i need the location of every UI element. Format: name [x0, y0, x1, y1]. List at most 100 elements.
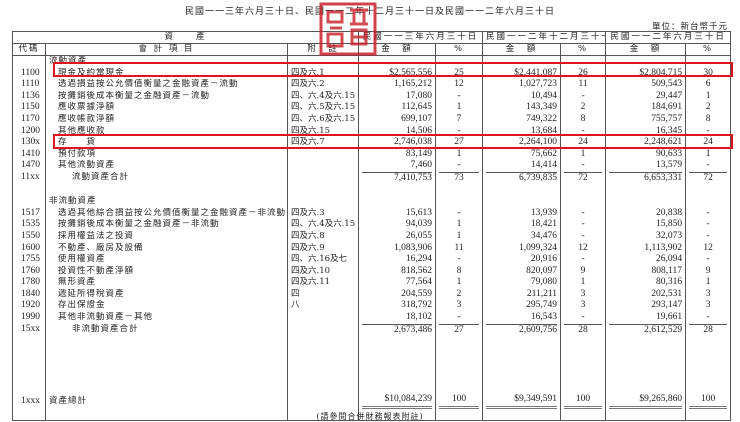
note-ref: 四、六.4及六.15: [286, 219, 360, 231]
note-ref: 八: [286, 300, 360, 313]
subtotal-value: 72: [564, 171, 603, 185]
amount-2023-12: [482, 196, 562, 208]
table-row: 1550 採用權益法之投資 四及六.8 26,055 1 34,476-32,073-: [12, 230, 732, 243]
footer-note: (請參閱合併財務報表附註): [316, 412, 424, 421]
amount-2023-12: 75,662: [482, 148, 562, 161]
subtotal-value: 6,653,331: [609, 171, 683, 185]
pct-2024-06: -: [435, 207, 484, 220]
total-value: 100: [439, 394, 480, 409]
account-code: 1600: [12, 242, 46, 255]
account-name: 非流動資產合計: [45, 323, 288, 337]
amount-2023-12: $9,349,591: [482, 394, 562, 409]
empty-cell: [482, 336, 562, 395]
subtotal-value: 73: [439, 171, 480, 185]
account-code: 130x: [12, 137, 46, 149]
account-code: 1517: [12, 207, 46, 220]
account-code: 1110: [12, 79, 46, 91]
pct-2023-06: 24: [685, 137, 732, 149]
subtotal-value: 6,739,835: [486, 171, 558, 185]
amount-2023-06: 808,117: [605, 265, 687, 278]
account-name: 其他流動資產: [45, 160, 288, 172]
account-name: 現金及約當現金: [45, 67, 288, 80]
amount-2024-06: [358, 55, 437, 68]
amount-2024-06: 18,102: [358, 312, 437, 324]
amount-2023-12: 1,027,723: [482, 79, 562, 91]
pct-2023-06: -: [685, 312, 732, 324]
item-header: 會 計 項 目: [45, 43, 288, 56]
account-name: 資產總計: [45, 394, 288, 409]
pct1-header: %: [435, 43, 484, 56]
empty-cell: [605, 184, 687, 197]
amount-2023-06: 19,661: [605, 312, 687, 324]
account-name: 透過其他綜合損益按公允價值衡量之金融資產－非流動: [45, 207, 288, 220]
amount-2023-06: [605, 196, 687, 208]
amount-2024-06: 818,562: [358, 265, 437, 278]
account-code: 1150: [12, 102, 46, 114]
account-code: [12, 196, 46, 208]
pct-2023-12: 72: [560, 171, 607, 185]
amount-2023-06: 90,633: [605, 148, 687, 161]
account-name: 按攤銷後成本衡量之金融資產－流動: [45, 90, 288, 103]
table-row: 1110 透過損益按公允價值衡量之金融資產－流動 四及六.2 1,165,212 12 1…: [12, 79, 732, 91]
table-row: 1755 使用權資產 四、六.16及七 16,294-20,916-26,094-: [12, 254, 732, 266]
table-row: 1920 存出保證金八 318,792 3 295,749 3 293,147 3: [12, 300, 732, 313]
subtotal-value: 7,410,753: [362, 171, 433, 185]
account-name: 按攤銷後成本衡量之金融資產－非流動: [45, 219, 288, 231]
amount-2023-06: 16,345: [605, 125, 687, 138]
amount-2023-12: 34,476: [482, 230, 562, 243]
amount-2023-12: 79,080: [482, 277, 562, 289]
account-name: 流動資產合計: [45, 171, 288, 185]
amount2-header: 金 額: [482, 43, 562, 56]
account-code: 1xxx: [12, 394, 46, 409]
table-row: 1840 遞延所得稅資產四 204,559 2 211,211 3 202,531 3: [12, 288, 732, 301]
account-code: 1780: [12, 277, 46, 289]
pct-2024-06: 1: [435, 230, 484, 243]
account-name: 遞延所得稅資產: [45, 288, 288, 301]
table-row: 1136 按攤銷後成本衡量之金融資產－流動 四、六.4及六.15 17,080-10,…: [12, 90, 732, 103]
amount-2023-06: $2,804,715: [605, 67, 687, 80]
amount-2024-06: 77,564: [358, 277, 437, 289]
note-ref: [286, 312, 360, 324]
pct-2023-06: 8: [685, 113, 732, 126]
pct-2024-06: -: [435, 254, 484, 266]
subtotal-value: 28: [564, 323, 603, 337]
amount-2024-06: 318,792: [358, 300, 437, 313]
table-row: 1535 按攤銷後成本衡量之金融資產－非流動 四、六.4及六.15 94,039 1 18…: [12, 219, 732, 231]
pct-2023-12: [560, 196, 607, 208]
pct-2024-06: 27: [435, 323, 484, 337]
amount3-header: 金 額: [605, 43, 687, 56]
pct-2023-06: -: [685, 160, 732, 172]
amount-2024-06: 2,673,486: [358, 323, 437, 337]
amount-2023-06: 29,447: [605, 90, 687, 103]
pct-2023-06: 2: [685, 102, 732, 114]
pct-2023-12: 8: [560, 113, 607, 126]
amount-2023-06: 15,850: [605, 219, 687, 231]
pct-2024-06: -: [435, 125, 484, 138]
account-code: 1550: [12, 230, 46, 243]
pct-2024-06: 1: [435, 148, 484, 161]
pct-2023-12: 1: [560, 277, 607, 289]
table-row: 1517 透過其他綜合損益按公允價值衡量之金融資產－非流動 四及六.3 15,613-…: [12, 207, 732, 220]
table-row: 1xxx 資產總計 $10,084,239 100 $9,349,591 100 $9,26…: [12, 394, 732, 409]
pct-2023-06: 1: [685, 277, 732, 289]
amount-2023-06: $9,265,860: [605, 394, 687, 409]
table-row: 11xx 流動資產合計 7,410,753 73 6,739,835 72 6,653,33…: [12, 171, 732, 185]
amount-2023-06: 2,248,621: [605, 137, 687, 149]
pct-2023-06: -: [685, 230, 732, 243]
pct-2024-06: 12: [435, 79, 484, 91]
pct-2024-06: 11: [435, 242, 484, 255]
pct-2024-06: [435, 55, 484, 68]
amount-2024-06: 15,613: [358, 207, 437, 220]
account-code: 1755: [12, 254, 46, 266]
total-value: 100: [689, 394, 728, 409]
amount-2023-12: 10,494: [482, 90, 562, 103]
account-name: 存 貨: [45, 137, 288, 149]
account-name: 其他應收款: [45, 125, 288, 138]
table-row: 1100 現金及約當現金 四及六.1 $2,565,556 25 $2,441,087 26…: [12, 67, 732, 80]
pct-2024-06: 27: [435, 137, 484, 149]
note-ref: [286, 323, 360, 337]
pct-2024-06: 73: [435, 171, 484, 185]
pct-2024-06: -: [435, 90, 484, 103]
pct-2023-12: 3: [560, 288, 607, 301]
amount-2023-12: 18,421: [482, 219, 562, 231]
